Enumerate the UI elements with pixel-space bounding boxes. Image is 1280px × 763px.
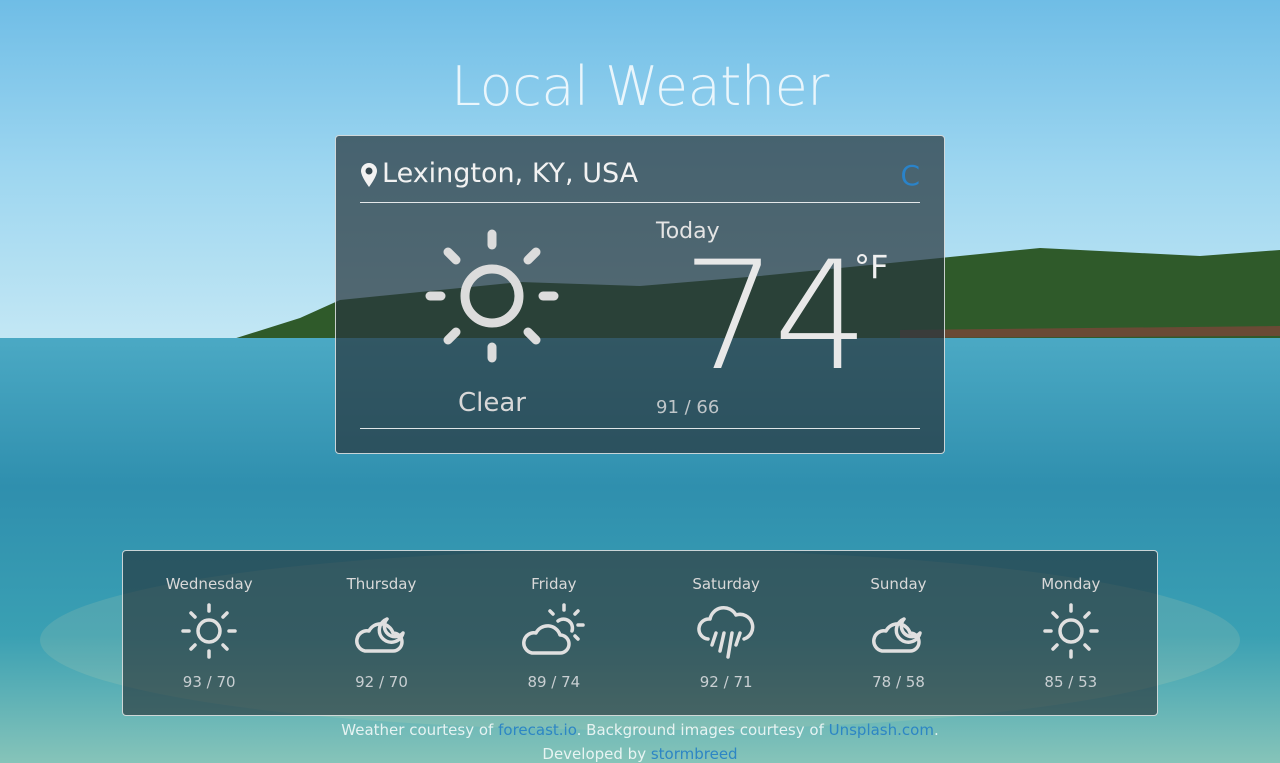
day-hilo: 89 / 74	[527, 673, 581, 691]
forecast-day: Saturday 92 / 71	[640, 551, 812, 715]
developer-line: Developed by stormbreed	[0, 742, 1280, 763]
day-hilo: 93 / 70	[182, 673, 236, 691]
developer-prefix: Developed by	[542, 745, 651, 763]
condition-label: Clear	[458, 388, 526, 418]
day-hilo: 92 / 70	[355, 673, 408, 691]
sun-icon	[1043, 603, 1099, 659]
footer: Weather courtesy of forecast.io. Backgro…	[0, 718, 1280, 763]
credits-line: Weather courtesy of forecast.io. Backgro…	[0, 718, 1280, 742]
day-name: Thursday	[346, 575, 417, 593]
day-name: Wednesday	[165, 575, 253, 593]
unsplash-link[interactable]: Unsplash.com	[829, 721, 934, 739]
forecast-day: Friday 89 / 74	[468, 551, 640, 715]
sun-icon	[425, 229, 559, 363]
current-weather-card: Lexington, KY, USA C Clear Today 74 °F 9…	[335, 135, 945, 454]
rain-icon	[697, 606, 755, 659]
map-pin-icon	[361, 163, 377, 187]
today-hilo: 91 / 66	[656, 397, 720, 418]
location-name: Lexington, KY, USA	[382, 158, 639, 189]
forecast-day: Thursday 92 / 70	[295, 551, 467, 715]
day-hilo: 85 / 53	[1044, 673, 1098, 691]
forecast-io-link[interactable]: forecast.io	[498, 721, 577, 739]
developer-link[interactable]: stormbreed	[651, 745, 738, 763]
forecast-day: Wednesday 93 / 70	[123, 551, 295, 715]
day-name: Monday	[1041, 575, 1101, 593]
partly-sunny-icon	[521, 603, 585, 655]
day-hilo: 78 / 58	[872, 673, 925, 691]
day-name: Saturday	[692, 575, 760, 593]
divider	[360, 428, 920, 429]
day-hilo: 92 / 71	[699, 673, 753, 691]
temperature-unit: °F	[854, 248, 889, 286]
credits-prefix: Weather courtesy of	[341, 721, 499, 739]
day-name: Sunday	[870, 575, 927, 593]
sun-icon	[181, 603, 237, 659]
forecast-day: Sunday 78 / 58	[812, 551, 984, 715]
unit-toggle-button[interactable]: C	[900, 159, 920, 192]
day-name: Friday	[531, 575, 577, 593]
forecast-panel: Wednesday 93 / 70 Thursday 92 / 70 Frida…	[122, 550, 1158, 716]
current-temperature: 74	[682, 230, 869, 404]
forecast-day: Monday 85 / 53	[985, 551, 1157, 715]
app-title: Local Weather	[451, 55, 830, 118]
credits-middle: . Background images courtesy of	[576, 721, 829, 739]
credits-suffix: .	[933, 721, 939, 739]
location-row: Lexington, KY, USA C	[360, 156, 920, 203]
cloud-moon-icon	[355, 617, 406, 653]
cloud-moon-icon	[872, 617, 923, 653]
